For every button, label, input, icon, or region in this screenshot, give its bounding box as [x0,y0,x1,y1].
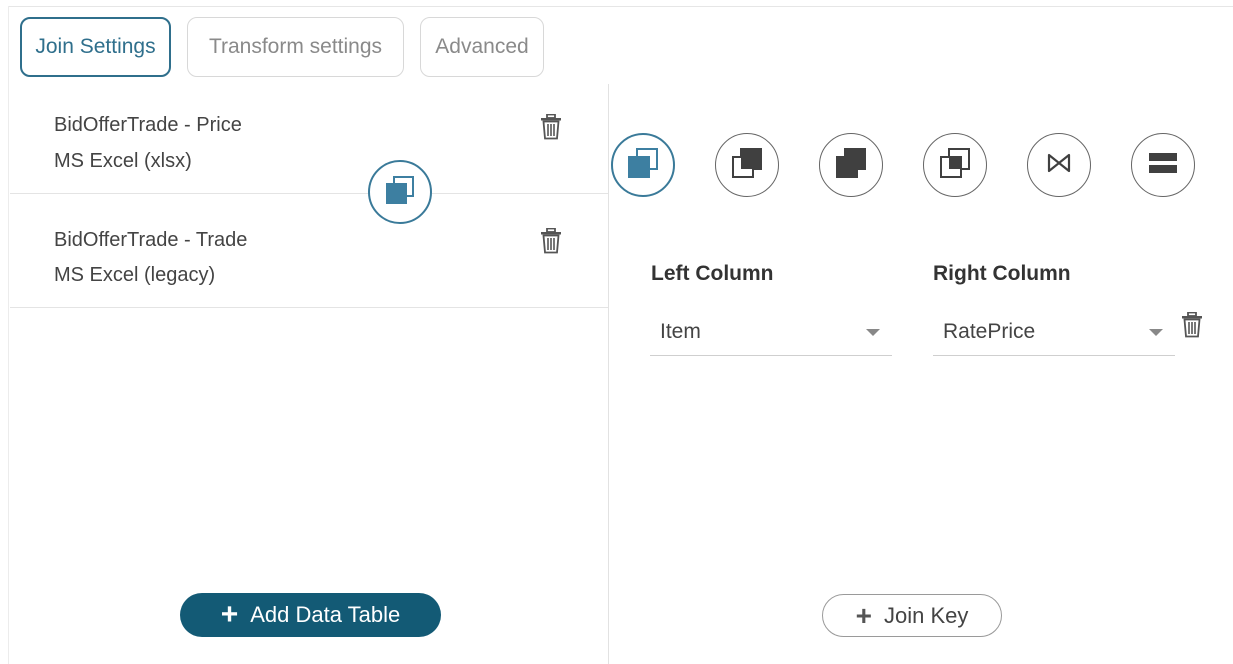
join-type-left-outer-button[interactable] [715,133,779,197]
inner-join-icon [627,147,659,184]
plus-icon: + [855,599,872,631]
data-table-name: BidOfferTrade - Price [54,114,242,136]
add-data-table-button[interactable]: + Add Data Table [180,593,441,637]
chevron-down-icon [1149,329,1163,336]
data-table-item[interactable]: BidOfferTrade - Price MS Excel (xlsx) [10,84,608,194]
tab-join-settings[interactable]: Join Settings [20,17,171,77]
left-column-select[interactable]: Item [650,314,892,356]
tab-advanced[interactable]: Advanced [420,17,544,77]
right-column-select[interactable]: RatePrice [933,314,1175,356]
trash-icon[interactable] [1181,311,1203,338]
join-type-inner-button[interactable] [611,133,675,197]
trash-icon[interactable] [540,227,562,254]
left-column-label: Left Column [651,262,774,285]
frame-top-border [8,6,1233,7]
right-column-value: RatePrice [943,320,1036,343]
join-type-natural-button[interactable] [1027,133,1091,197]
trash-icon[interactable] [540,113,562,140]
data-tables-panel: BidOfferTrade - Price MS Excel (xlsx) Bi… [10,84,608,664]
join-type-full-outer-button[interactable] [923,133,987,197]
tab-transform-settings[interactable]: Transform settings [187,17,404,77]
inner-join-icon [385,175,415,210]
settings-tabs: Join Settings Transform settings Advance… [20,17,544,77]
join-key-label: Join Key [883,602,969,628]
add-data-table-label: Add Data Table [250,602,401,627]
data-table-type: MS Excel (legacy) [54,264,216,286]
panel-divider [608,84,609,664]
plus-icon: + [220,598,239,631]
natural-join-icon [1044,148,1074,183]
join-type-union-button[interactable] [1131,133,1195,197]
right-outer-join-icon [835,147,867,184]
union-icon [1147,147,1179,184]
add-join-key-button[interactable]: + Join Key [822,594,1002,637]
data-table-type: MS Excel (xlsx) [54,150,192,172]
left-column-value: Item [660,320,701,343]
data-table-name: BidOfferTrade - Trade [54,229,248,251]
join-type-indicator[interactable] [368,160,432,224]
join-type-right-outer-button[interactable] [819,133,883,197]
left-outer-join-icon [731,147,763,184]
right-column-label: Right Column [933,262,1071,285]
full-outer-join-icon [939,147,971,184]
data-table-item[interactable]: BidOfferTrade - Trade MS Excel (legacy) [10,194,608,308]
chevron-down-icon [866,329,880,336]
frame-left-border [8,6,9,664]
